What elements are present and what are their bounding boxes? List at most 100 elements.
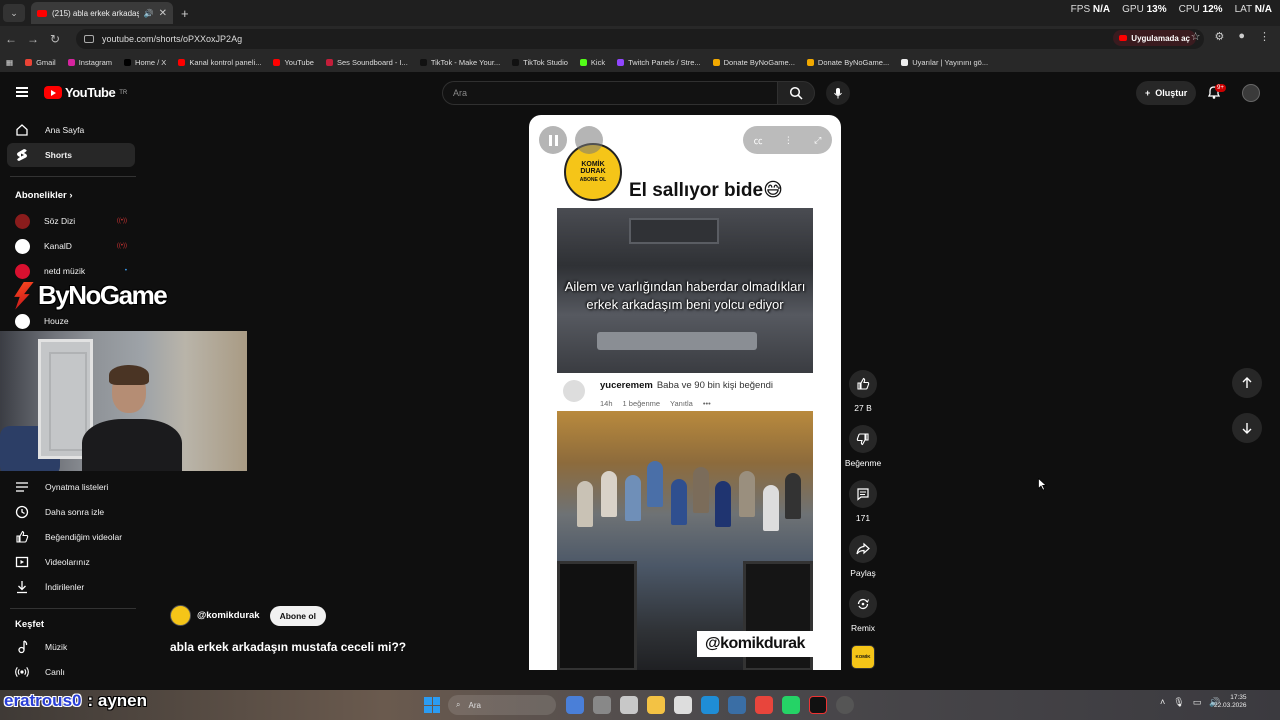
browser-tab[interactable]: (215) abla erkek arkadaşın m 🔊 ✕ (31, 2, 173, 24)
subscription-item[interactable]: KanalD ((•)) (15, 236, 135, 256)
subscribe-button[interactable]: Abone ol (269, 605, 326, 626)
pause-button[interactable] (539, 126, 567, 154)
bookmark-instagram[interactable]: Instagram (67, 58, 112, 67)
back-arrow-icon[interactable]: ← (0, 32, 22, 46)
dislike-button[interactable] (849, 425, 877, 453)
system-tray: ˄ 🎙 ▭ 🔊 (1160, 697, 1220, 708)
comments-action[interactable]: 171 (845, 480, 881, 523)
taskbar-clock[interactable]: 17:35 22.03.2026 (1214, 694, 1247, 711)
search-input[interactable]: Ara (442, 81, 778, 105)
bookmark-alerts[interactable]: Uyarılar | Yayınını gö... (901, 58, 988, 67)
channel-avatar[interactable] (170, 605, 191, 626)
volume-button[interactable] (575, 126, 603, 154)
remix-action[interactable]: Remix (845, 590, 881, 633)
app-icon[interactable] (674, 696, 692, 714)
remix-button[interactable] (849, 590, 877, 618)
share-button[interactable] (849, 535, 877, 563)
extensions-icon[interactable]: ⚙ (1214, 30, 1224, 43)
bookmark-channel-dashboard[interactable]: Kanal kontrol paneli... (178, 58, 261, 67)
channel-handle[interactable]: @komikdurak (197, 610, 260, 621)
fullscreen-icon[interactable]: ⤢ (814, 135, 821, 146)
tab-search-button[interactable]: ⌄ (3, 4, 25, 22)
bookmark-donate-1[interactable]: Donate ByNoGame... (712, 58, 795, 67)
app-icon[interactable] (728, 696, 746, 714)
streamer-webcam (0, 331, 247, 471)
sidebar-item-live[interactable]: Canlı (7, 660, 135, 684)
shorts-player[interactable]: ㏄ ⋮ ⤢ KOMİK DURAK ABONE OL El sallıyor b… (529, 115, 841, 670)
file-explorer-icon[interactable] (647, 696, 665, 714)
open-in-app-button[interactable]: Uygulamada aç (1113, 30, 1196, 46)
comments-button[interactable] (849, 480, 877, 508)
reload-icon[interactable]: ↻ (44, 32, 66, 46)
forward-arrow-icon[interactable]: → (22, 32, 44, 46)
edge-icon[interactable] (701, 696, 719, 714)
windows-start-icon[interactable] (424, 697, 440, 713)
bookmark-kick[interactable]: Kick (579, 58, 605, 67)
bookmark-soundboard[interactable]: Ses Soundboard - I... (325, 58, 408, 67)
performance-overlay: FPS N/A GPU 13% CPU 12% LAT N/A (1071, 4, 1272, 15)
share-action[interactable]: Paylaş (845, 535, 881, 578)
captions-icon[interactable]: ㏄ (754, 134, 763, 147)
chat-separator: : (87, 691, 94, 710)
sidebar-item-playlists[interactable]: Oynatma listeleri (7, 475, 135, 499)
sidebar-item-music[interactable]: Müzik (7, 635, 135, 659)
sidebar-item-watch-later[interactable]: Daha sonra izle (7, 500, 135, 524)
close-tab-icon[interactable]: ✕ (159, 8, 167, 19)
like-action[interactable]: 27 B (845, 370, 881, 413)
new-tab-button[interactable]: + (181, 6, 189, 21)
site-info-icon[interactable] (84, 35, 94, 43)
app-icon[interactable] (566, 696, 584, 714)
person-shape (601, 471, 617, 517)
live-broadcast-icon (15, 666, 29, 678)
browser-menu-icon[interactable]: ⋮ (1259, 30, 1270, 43)
network-icon[interactable]: ▭ (1193, 697, 1202, 708)
sound-channel-thumbnail[interactable]: KOMİK (851, 645, 875, 669)
voice-search-button[interactable] (826, 81, 850, 105)
url-field[interactable]: youtube.com/shorts/oPXXoxJP2Ag (76, 29, 1204, 49)
create-button[interactable]: + Oluştur (1136, 81, 1197, 105)
subscriptions-heading[interactable]: Abonelikler › (15, 190, 73, 201)
like-button[interactable] (849, 370, 877, 398)
person-shape (671, 479, 687, 525)
player-controls: ㏄ ⋮ ⤢ (743, 126, 832, 154)
chevron-up-icon[interactable]: ˄ (1160, 697, 1165, 708)
app-icon[interactable] (620, 696, 638, 714)
apps-grid-icon[interactable]: ▦ (6, 58, 13, 67)
account-avatar[interactable] (1242, 84, 1260, 102)
more-options-icon[interactable]: ⋮ (784, 135, 793, 146)
search-button[interactable] (777, 81, 815, 105)
bookmark-twitch-panels[interactable]: Twitch Panels / Stre... (617, 58, 701, 67)
bookmark-gmail[interactable]: Gmail (25, 58, 56, 67)
comment-meta: 14h 1 beğenme Yanıtla ••• (600, 399, 711, 408)
bookmark-youtube[interactable]: YouTube (273, 58, 314, 67)
bookmark-donate-2[interactable]: Donate ByNoGame... (806, 58, 889, 67)
bookmark-tiktok[interactable]: TikTok - Make Your... (419, 58, 500, 67)
url-text: youtube.com/shorts/oPXXoxJP2Ag (102, 34, 243, 44)
bookmark-tiktok-studio[interactable]: TikTok Studio (512, 58, 568, 67)
sidebar-item-downloads[interactable]: İndirilenler (7, 575, 135, 599)
subscription-item[interactable]: netd müzik • (15, 261, 135, 281)
sidebar-item-shorts[interactable]: Shorts (7, 143, 135, 167)
pause-bar-icon (554, 134, 558, 146)
settings-gear-icon[interactable] (836, 696, 854, 714)
subscription-item[interactable]: Houze (15, 311, 135, 331)
app-icon[interactable] (593, 696, 611, 714)
sidebar-item-home[interactable]: Ana Sayfa (7, 118, 135, 142)
microphone-icon[interactable]: 🎙 (1173, 697, 1184, 708)
tiktok-icon[interactable] (809, 696, 827, 714)
sidebar-item-liked-videos[interactable]: Beğendiğim videolar (7, 525, 135, 549)
profile-icon[interactable]: ● (1238, 30, 1245, 43)
whatsapp-icon[interactable] (782, 696, 800, 714)
youtube-logo[interactable]: YouTube TR (44, 85, 127, 100)
lat-stat: LAT N/A (1234, 4, 1272, 15)
bookmark-star-icon[interactable]: ☆ (1191, 30, 1201, 43)
previous-short-button[interactable] (1232, 368, 1262, 398)
subscription-item[interactable]: Söz Dizi ((•)) (15, 211, 135, 231)
next-short-button[interactable] (1232, 413, 1262, 443)
dislike-action[interactable]: Beğenme (845, 425, 881, 468)
chrome-icon[interactable] (755, 696, 773, 714)
taskbar-search[interactable]: ⌕ Ara (448, 695, 556, 715)
sidebar-item-your-videos[interactable]: Videolarınız (7, 550, 135, 574)
menu-icon[interactable] (16, 87, 28, 97)
bookmark-x[interactable]: Home / X (124, 58, 166, 67)
